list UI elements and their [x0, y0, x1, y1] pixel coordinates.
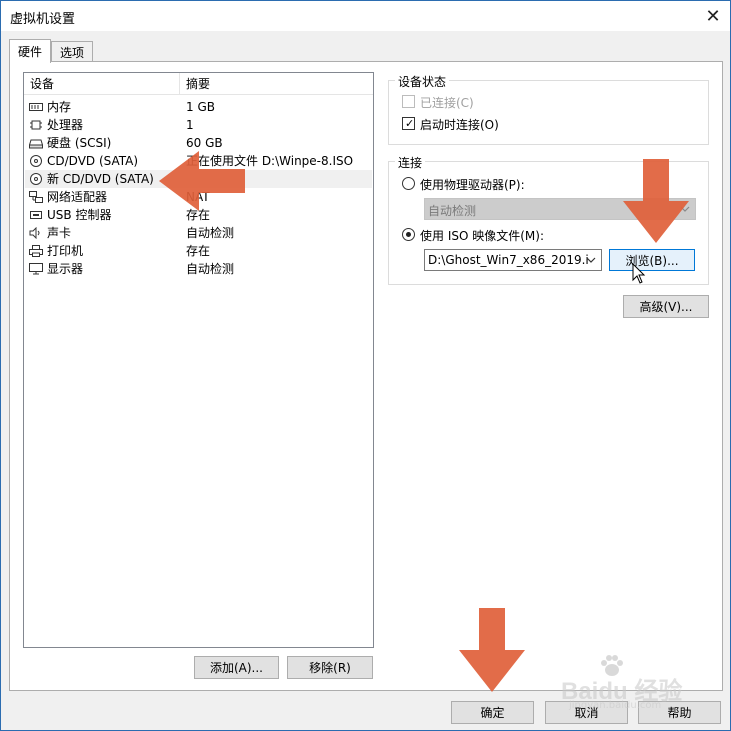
device-row-cddvd[interactable]: CD/DVD (SATA) 正在使用文件 D:\Winpe-8.ISO — [25, 152, 372, 170]
device-name: USB 控制器 — [47, 208, 112, 222]
device-name: CD/DVD (SATA) — [47, 154, 139, 168]
device-row-network[interactable]: 网络适配器 NAT — [25, 188, 372, 206]
device-name: 新 CD/DVD (SATA) — [47, 172, 154, 186]
close-button[interactable]: ✕ — [696, 1, 730, 31]
chevron-down-icon — [586, 257, 596, 263]
device-row-monitor[interactable]: 显示器 自动检测 — [25, 260, 372, 278]
device-list[interactable]: 设备 摘要 内存 1 GB 处理器 1 硬盘 (SCSI) 60 GB CD/D… — [23, 72, 374, 648]
device-summary: 存在 — [186, 244, 211, 258]
tab-options[interactable]: 选项 — [51, 41, 93, 63]
device-row-printer[interactable]: 打印机 存在 — [25, 242, 372, 260]
radio-selected-dot — [406, 232, 411, 237]
device-summary: 60 GB — [186, 136, 223, 150]
device-summary: 自动检测 — [186, 262, 235, 276]
device-name: 声卡 — [47, 226, 72, 240]
tab-label: 选项 — [59, 46, 84, 60]
usb-icon — [30, 211, 42, 219]
device-name: 打印机 — [47, 244, 84, 258]
connect-on-power-on-checkbox[interactable]: ✓ — [402, 117, 415, 130]
device-status-title: 设备状态 — [395, 73, 450, 90]
chevron-down-icon — [680, 206, 690, 212]
device-summary: 1 — [186, 118, 194, 132]
device-row-cpu[interactable]: 处理器 1 — [25, 116, 372, 134]
device-name: 网络适配器 — [47, 190, 108, 204]
connected-checkbox[interactable] — [402, 95, 415, 108]
advanced-button[interactable]: 高级(V)... — [623, 295, 709, 318]
device-summary: NAT — [186, 190, 210, 204]
close-icon: ✕ — [705, 5, 721, 27]
iso-path-value: D:\Ghost_Win7_x86_2019.i — [428, 253, 589, 267]
ok-button[interactable]: 确定 — [451, 701, 534, 724]
harddisk-icon — [29, 139, 43, 149]
tab-label: 硬件 — [17, 45, 42, 59]
column-header-device[interactable]: 设备 — [24, 73, 180, 95]
device-row-sound[interactable]: 声卡 自动检测 — [25, 224, 372, 242]
device-name: 硬盘 (SCSI) — [47, 136, 112, 150]
cpu-icon — [30, 120, 42, 130]
device-summary: 1 GB — [186, 100, 215, 114]
device-summary: 正在使用文件 D:\Winpe-8.ISO — [186, 154, 354, 168]
sound-icon — [29, 227, 40, 239]
memory-icon — [29, 103, 43, 111]
check-icon: ✓ — [405, 117, 415, 130]
monitor-icon — [29, 263, 43, 275]
column-header-summary[interactable]: 摘要 — [180, 73, 373, 95]
device-summary: 存在 — [186, 208, 211, 222]
device-row-harddisk[interactable]: 硬盘 (SCSI) 60 GB — [25, 134, 372, 152]
physical-drive-select[interactable]: 自动检测 — [424, 198, 696, 220]
device-row-memory[interactable]: 内存 1 GB — [25, 98, 372, 116]
printer-icon — [29, 245, 43, 257]
iso-path-combobox[interactable]: D:\Ghost_Win7_x86_2019.i — [424, 249, 602, 271]
device-name: 处理器 — [47, 118, 84, 132]
cd-icon — [30, 155, 42, 167]
device-name: 显示器 — [47, 262, 84, 276]
device-row-usb[interactable]: USB 控制器 存在 — [25, 206, 372, 224]
physical-drive-label: 使用物理驱动器(P): — [420, 178, 525, 192]
connection-title: 连接 — [395, 154, 426, 171]
add-device-button[interactable]: 添加(A)... — [194, 656, 279, 679]
cd-icon — [30, 173, 42, 185]
iso-image-radio[interactable] — [402, 228, 415, 241]
physical-drive-value: 自动检测 — [428, 204, 477, 218]
connect-on-power-on-label: 启动时连接(O) — [420, 118, 499, 132]
help-button[interactable]: 帮助 — [638, 701, 721, 724]
window-title: 虚拟机设置 — [10, 12, 76, 27]
list-header: 设备 摘要 — [24, 73, 373, 95]
cancel-button[interactable]: 取消 — [545, 701, 628, 724]
iso-image-label: 使用 ISO 映像文件(M): — [420, 229, 544, 243]
device-summary: 自动检测 — [186, 226, 235, 240]
dialog-window: 虚拟机设置 ✕ 硬件 选项 设备 摘要 内存 1 GB 处理器 1 硬盘 (SC… — [0, 0, 731, 731]
tab-hardware[interactable]: 硬件 — [9, 39, 51, 63]
connected-label: 已连接(C) — [420, 96, 474, 110]
device-name: 内存 — [47, 100, 72, 114]
title-bar: 虚拟机设置 ✕ — [1, 1, 730, 31]
network-icon — [29, 191, 43, 203]
device-row-new-cddvd[interactable]: 新 CD/DVD (SATA) — [25, 170, 372, 188]
remove-device-button[interactable]: 移除(R) — [287, 656, 373, 679]
browse-button[interactable]: 浏览(B)... — [609, 249, 695, 271]
physical-drive-radio[interactable] — [402, 177, 415, 190]
